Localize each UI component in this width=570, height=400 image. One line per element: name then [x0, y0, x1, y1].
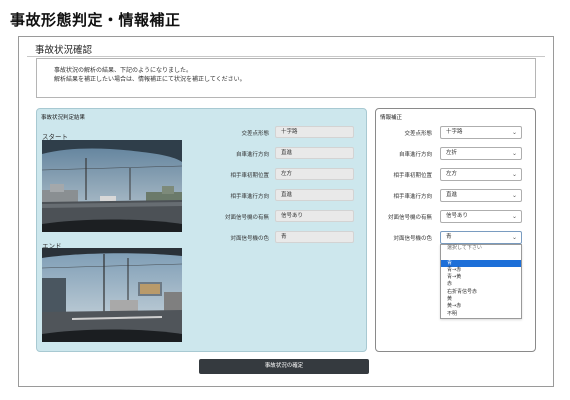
- result-label-other-position: 相手車初期位置: [230, 173, 269, 179]
- correction-panel: 情報補正 交差点形態 十字路 ⌄ 自車進行方向 左折 ⌄ 相手車初期位置 左方 …: [375, 108, 536, 352]
- own-direction-select[interactable]: 左折 ⌄: [440, 147, 522, 160]
- dropdown-option[interactable]: 黄→赤: [441, 303, 521, 310]
- dropdown-option[interactable]: 青→黄: [441, 274, 521, 281]
- correction-label-signal-presence: 対面信号機の有無: [387, 215, 432, 221]
- signal-color-dropdown: 選択して下さい 青 青→赤 青→黄 赤 右折青信号赤 黄 黄→赤 不明: [440, 244, 522, 319]
- chevron-down-icon: ⌄: [511, 129, 517, 136]
- correction-label-own-direction: 自車進行方向: [398, 152, 432, 158]
- correction-label-intersection: 交差点形態: [404, 131, 432, 137]
- end-camera-image: [42, 248, 182, 342]
- chevron-down-icon: ⌄: [511, 213, 517, 220]
- page-title: 事故形態判定・情報補正: [10, 11, 181, 29]
- dropdown-option[interactable]: 不明: [441, 311, 521, 318]
- section-divider: [27, 56, 545, 57]
- result-panel: 事故状況判定結果 スタート エンド 交差点形態 十字路 自車進行方向 直進 相手…: [36, 108, 367, 352]
- message-line-1: 事故状況の解析の結果、下記のようになりました。: [54, 67, 193, 74]
- intersection-select[interactable]: 十字路 ⌄: [440, 126, 522, 139]
- chevron-down-icon: ⌄: [511, 171, 517, 178]
- chevron-down-icon: ⌄: [511, 192, 517, 199]
- correction-label-other-direction: 相手車進行方向: [393, 194, 432, 200]
- correction-panel-title: 情報補正: [380, 115, 403, 121]
- own-direction-select-value: 左折: [446, 150, 458, 156]
- intersection-select-value: 十字路: [446, 129, 463, 135]
- message-line-2: 解析結果を補正したい場合は、情報補正にて状況を補正してください。: [54, 75, 246, 83]
- result-label-signal-color: 対面信号機の色: [230, 236, 269, 242]
- chevron-down-icon: ⌄: [511, 150, 517, 157]
- correction-label-signal-color: 対面信号機の色: [393, 236, 432, 242]
- result-label-signal-presence: 対面信号機の有無: [224, 215, 269, 221]
- section-title: 事故状況確認: [35, 45, 93, 56]
- result-label-other-direction: 相手車進行方向: [230, 194, 269, 200]
- other-position-select-value: 左方: [446, 171, 458, 177]
- signal-color-select-value: 青: [446, 234, 452, 240]
- result-label-intersection: 交差点形態: [241, 131, 269, 137]
- signal-presence-select[interactable]: 信号あり ⌄: [440, 210, 522, 223]
- correction-label-other-position: 相手車初期位置: [393, 173, 432, 179]
- signal-presence-select-value: 信号あり: [446, 213, 469, 219]
- analysis-message-box: 事故状況の解析の結果、下記のようになりました。 解析結果を補正したい場合は、情報…: [36, 58, 536, 98]
- accident-status-section: 事故状況確認 事故状況の解析の結果、下記のようになりました。 解析結果を補正した…: [18, 36, 554, 387]
- signal-color-select[interactable]: 青 ⌄: [440, 231, 522, 244]
- dropdown-option[interactable]: 選択して下さい: [441, 245, 521, 252]
- other-position-select[interactable]: 左方 ⌄: [440, 168, 522, 181]
- dropdown-option[interactable]: [441, 252, 521, 259]
- result-panel-title: 事故状況判定結果: [41, 115, 86, 121]
- result-label-own-direction: 自車進行方向: [235, 152, 269, 158]
- dropdown-option[interactable]: 赤: [441, 281, 521, 288]
- dropdown-option[interactable]: 右折青信号赤: [441, 289, 521, 296]
- other-direction-select[interactable]: 直進 ⌄: [440, 189, 522, 202]
- dropdown-option-selected[interactable]: 青: [441, 259, 521, 267]
- other-direction-select-value: 直進: [446, 192, 458, 198]
- chevron-down-icon: ⌄: [511, 234, 517, 241]
- start-camera-image: [42, 140, 182, 232]
- confirm-accident-status-button[interactable]: 事故状況の確定: [199, 359, 369, 374]
